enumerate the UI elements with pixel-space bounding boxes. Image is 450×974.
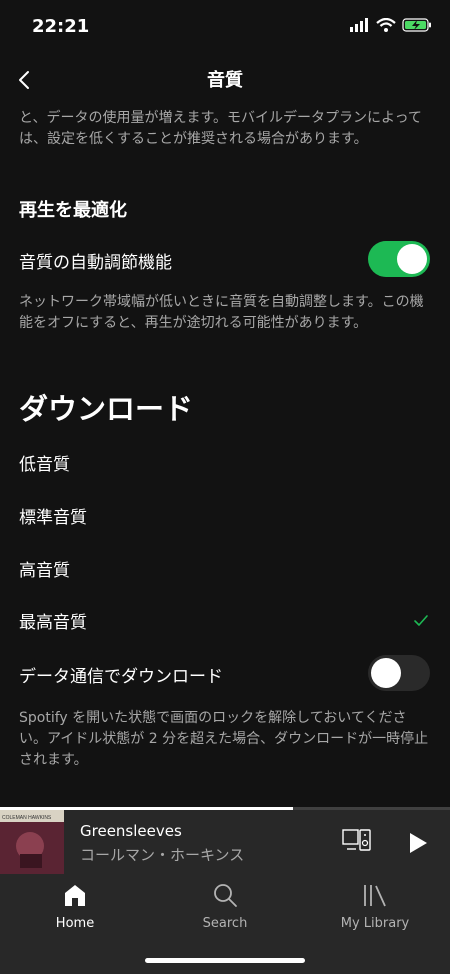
- toggle-knob: [371, 658, 401, 688]
- cellular-download-toggle[interactable]: [368, 655, 430, 691]
- search-icon: [214, 884, 237, 907]
- nav-bar: 音質: [0, 52, 450, 108]
- play-icon: [410, 833, 427, 853]
- track-artist: コールマン・ホーキンス: [80, 846, 245, 864]
- home-indicator: [145, 958, 305, 963]
- cellular-download-description: Spotify を開いた状態で画面のロックを解除しておいてください。アイドル状態…: [19, 710, 429, 768]
- cellular-download-label: データ通信でダウンロード: [19, 667, 223, 687]
- play-button[interactable]: [404, 830, 430, 856]
- checkmark-icon: [414, 615, 428, 626]
- page-title: 音質: [207, 70, 243, 91]
- quality-option-normal[interactable]: 標準音質: [19, 503, 87, 528]
- status-time: 22:21: [32, 16, 90, 37]
- svg-text:COLEMAN HAWKINS: COLEMAN HAWKINS: [2, 815, 52, 821]
- album-art-image: COLEMAN HAWKINS: [0, 810, 64, 874]
- auto-adjust-toggle[interactable]: [368, 241, 430, 277]
- auto-adjust-label: 音質の自動調節機能: [19, 253, 172, 273]
- status-icons: [350, 18, 432, 32]
- devices-icon: [342, 829, 371, 851]
- track-title: Greensleeves: [80, 822, 182, 840]
- tab-library-label: My Library: [340, 916, 410, 931]
- auto-adjust-description: ネットワーク帯域幅が低いときに音質を自動調整します。この機能をオフにすると、再生…: [19, 294, 424, 331]
- album-art: COLEMAN HAWKINS: [0, 810, 64, 874]
- wifi-icon: [376, 18, 396, 32]
- tab-home[interactable]: Home: [0, 874, 150, 944]
- tab-search-label: Search: [202, 916, 248, 931]
- tab-library[interactable]: My Library: [300, 874, 450, 944]
- quality-option-high[interactable]: 高音質: [19, 556, 70, 581]
- tab-search[interactable]: Search: [150, 874, 300, 944]
- devices-button[interactable]: [342, 828, 372, 854]
- mini-player[interactable]: COLEMAN HAWKINS Greensleeves コールマン・ホーキンス: [0, 810, 450, 874]
- download-heading: ダウンロード: [19, 392, 194, 426]
- library-icon: [364, 885, 386, 907]
- battery-charging-icon: [402, 18, 431, 32]
- quality-option-low[interactable]: 低音質: [19, 450, 70, 475]
- toggle-knob: [397, 244, 427, 274]
- settings-content: と、データの使用量が増えます。モバイルデータプランによっては、設定を低くすること…: [0, 108, 450, 808]
- quality-option-very-high[interactable]: 最高音質: [19, 608, 87, 633]
- signal-icon: [350, 18, 368, 32]
- tab-home-label: Home: [55, 916, 95, 931]
- home-icon: [65, 885, 85, 906]
- section-playback-heading: 再生を最適化: [19, 200, 127, 221]
- status-bar: 22:21: [0, 0, 450, 52]
- data-usage-description: と、データの使用量が増えます。モバイルデータプランによっては、設定を低くすること…: [19, 110, 422, 147]
